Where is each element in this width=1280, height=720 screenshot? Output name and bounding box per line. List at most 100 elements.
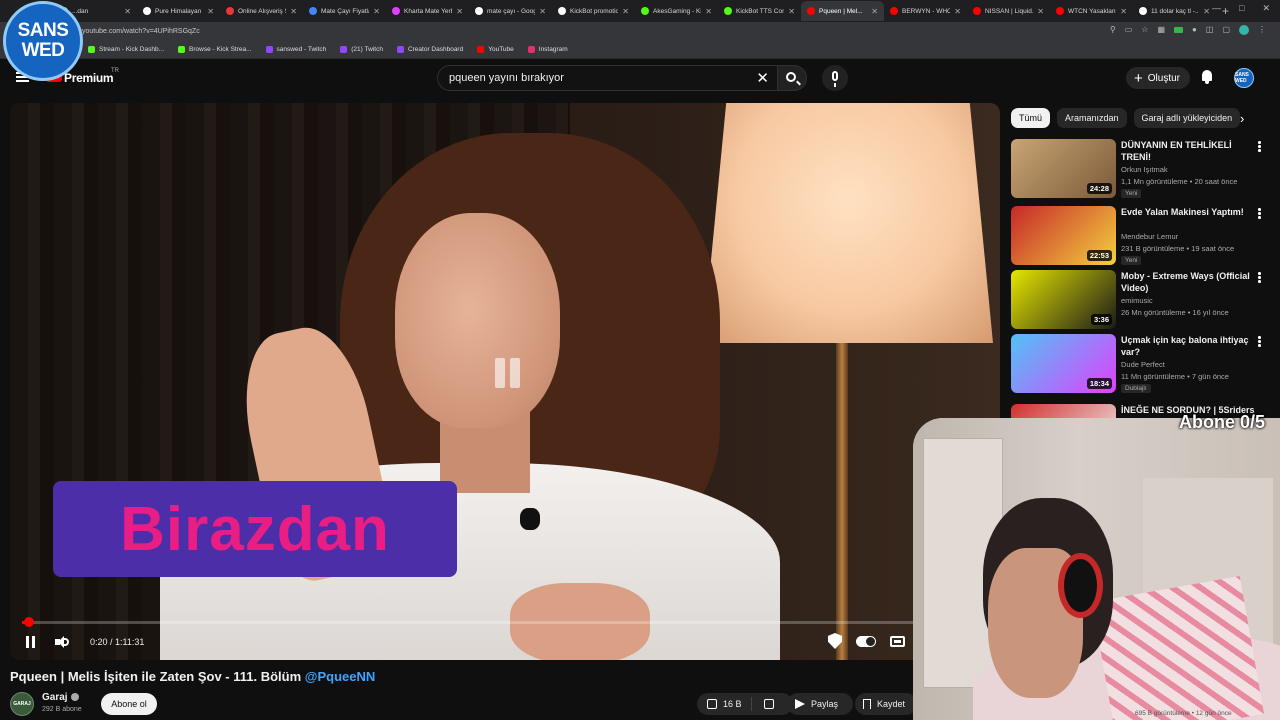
browser-tab[interactable]: NISSAN | Liquid... ✕	[967, 1, 1050, 21]
bookmark-item[interactable]: Instagram	[527, 45, 568, 53]
share-button[interactable]: Paylaş	[787, 693, 853, 715]
tab-close-icon[interactable]: ✕	[954, 7, 961, 16]
recommendation-thumbnail[interactable]: 18:34	[1011, 334, 1116, 393]
browser-tab[interactable]: KickBot promotio...✕	[552, 1, 635, 21]
recommendation-thumbnail[interactable]: 3:36	[1011, 270, 1116, 329]
recommendation-title[interactable]: Moby - Extreme Ways (Official Video)	[1121, 270, 1256, 294]
recommendation-title[interactable]: DÜNYANIN EN TEHLİKELİ TRENİ!	[1121, 139, 1256, 163]
extension-mic-icon[interactable]: ●	[1192, 25, 1197, 35]
shield-icon[interactable]	[828, 633, 842, 649]
recommendation-thumbnail[interactable]: 24:28	[1011, 139, 1116, 198]
channel-name[interactable]: Garaj	[42, 692, 79, 703]
recommendation-item[interactable]: 18:34 Uçmak için kaç balona ihtiyaç var? D…	[1011, 334, 1273, 394]
thumbs-down-icon[interactable]	[764, 699, 774, 709]
filter-chip[interactable]: Aramanızdan	[1057, 108, 1127, 128]
video-player[interactable]: Birazdan 0:20 / 1:11:31	[10, 103, 1000, 660]
account-avatar[interactable]: SANS WED	[1234, 68, 1254, 88]
address-bar[interactable]: youtube.com/watch?v=4UPihRSGqZc ⚲ ▭ ☆ ▦ …	[0, 22, 1280, 40]
browser-tab[interactable]: WTCN Yasaklanm... ✕	[1050, 1, 1133, 21]
tab-close-icon[interactable]: ✕	[456, 7, 463, 16]
create-button[interactable]: + Oluştur	[1126, 67, 1190, 89]
browser-tab[interactable]: AkesGaming - Ki...✕	[635, 1, 718, 21]
theater-mode-icon[interactable]	[890, 635, 905, 647]
subscribe-button[interactable]: Abone ol	[101, 693, 157, 715]
browser-tab[interactable]: BERWYN - WHO...✕	[884, 1, 967, 21]
zoom-icon[interactable]: ⚲	[1110, 25, 1116, 35]
profile-icon[interactable]	[1239, 25, 1249, 35]
extension-green-icon[interactable]	[1174, 27, 1184, 33]
sidebar-icon[interactable]: ▢	[1222, 25, 1230, 35]
recommendation-channel[interactable]: Mendebur Lemur	[1121, 232, 1178, 241]
cast-icon[interactable]: ▭	[1125, 25, 1133, 35]
channel-name-text[interactable]: Garaj	[42, 692, 68, 703]
autoplay-toggle[interactable]	[856, 635, 876, 647]
tab-close-icon[interactable]: ✕	[1037, 7, 1044, 16]
tab-close-icon[interactable]: ✕	[1203, 7, 1210, 16]
filter-chip[interactable]: Tümü	[1011, 108, 1051, 128]
recommendation-channel[interactable]: emimusic	[1121, 296, 1153, 305]
progress-scrubber[interactable]	[24, 617, 34, 627]
volume-icon[interactable]	[55, 636, 69, 648]
channel-handle-link[interactable]: @PqueeNN	[305, 669, 375, 684]
recommendation-thumbnail[interactable]: 22:53	[1011, 206, 1116, 265]
bookmark-item[interactable]: Stream - Kick Dashb...	[88, 45, 164, 53]
maximize-icon[interactable]: □	[1239, 3, 1244, 14]
search-input[interactable]: pqueen yayını bırakıyor ✕	[437, 65, 777, 91]
recommendation-item[interactable]: 24:28 DÜNYANIN EN TEHLİKELİ TRENİ! Orkun I…	[1011, 139, 1273, 199]
like-button[interactable]: 16 B	[697, 697, 752, 711]
pause-button[interactable]	[25, 636, 37, 648]
tab-close-icon[interactable]: ✕	[207, 7, 214, 16]
tab-close-icon[interactable]: ✕	[539, 7, 546, 16]
bookmark-item[interactable]: YouTube	[477, 45, 514, 53]
center-pause-icon[interactable]	[482, 348, 532, 403]
tab-close-icon[interactable]: ✕	[124, 7, 131, 16]
browser-tab[interactable]: Online Alışveriş S... ✕	[220, 1, 303, 21]
more-options-icon[interactable]	[1258, 208, 1261, 219]
notifications-bell-icon[interactable]	[1200, 70, 1214, 84]
chevron-right-icon[interactable]: ›	[1240, 111, 1244, 126]
tab-close-icon[interactable]: ✕	[705, 7, 712, 16]
extensions-puzzle-icon[interactable]: ◫	[1206, 25, 1214, 35]
extension-icon[interactable]: ▦	[1157, 25, 1165, 35]
save-button[interactable]: Kaydet	[855, 693, 917, 715]
recommendation-channel[interactable]: Orkun Işıtmak	[1121, 165, 1168, 174]
browser-tab[interactable]: KickBot TTS Com... ✕	[718, 1, 801, 21]
more-options-icon[interactable]	[1258, 336, 1261, 347]
browser-tab[interactable]: mate çayı - Goog...✕	[469, 1, 552, 21]
browser-tab[interactable]: 11 dolar kaç tl -... ✕	[1133, 1, 1216, 21]
recommendation-title[interactable]: Uçmak için kaç balona ihtiyaç var?	[1121, 334, 1256, 358]
tab-close-icon[interactable]: ✕	[622, 7, 629, 16]
recommendation-item[interactable]: 3:36 Moby - Extreme Ways (Official Video)…	[1011, 270, 1273, 330]
tab-close-icon[interactable]: ✕	[290, 7, 297, 16]
browser-tab[interactable]: Pqueen | Mel... ✕	[801, 1, 884, 21]
progress-bar[interactable]	[22, 617, 988, 627]
more-options-icon[interactable]	[1258, 141, 1261, 152]
tab-close-icon[interactable]: ✕	[871, 7, 878, 16]
close-window-icon[interactable]: ✕	[1262, 3, 1270, 14]
browser-tab[interactable]: Pure Himalayan S... ✕	[137, 1, 220, 21]
brand-label[interactable]: Premium	[64, 71, 114, 85]
tab-close-icon[interactable]: ✕	[788, 7, 795, 16]
channel-avatar[interactable]: GARAJ	[10, 692, 34, 716]
tab-close-icon[interactable]: ✕	[1120, 7, 1127, 16]
menu-dots-icon[interactable]: ⋮	[1258, 25, 1266, 35]
search-query[interactable]: pqueen yayını bırakıyor	[449, 72, 564, 84]
search-button[interactable]	[777, 65, 807, 91]
url-text[interactable]: youtube.com/watch?v=4UPihRSGqZc	[82, 28, 200, 35]
bookmark-item[interactable]: Browse - Kick Strea...	[178, 45, 252, 53]
bookmark-item[interactable]: Creator Dashboard	[396, 45, 463, 53]
recommendation-title[interactable]: Evde Yalan Makinesi Yaptım!	[1121, 206, 1256, 218]
recommendation-item[interactable]: 22:53 Evde Yalan Makinesi Yaptım! Mendebur…	[1011, 206, 1273, 266]
minimize-icon[interactable]: —	[1212, 3, 1221, 14]
more-options-icon[interactable]	[1258, 272, 1261, 283]
tab-close-icon[interactable]: ✕	[373, 7, 380, 16]
bookmark-item[interactable]: (21) Twitch	[340, 45, 383, 53]
browser-tab[interactable]: Kharta Mate Yerb... ✕	[386, 1, 469, 21]
clear-search-icon[interactable]: ✕	[756, 69, 769, 87]
star-icon[interactable]: ☆	[1141, 25, 1148, 35]
browser-tab[interactable]: Mate Çayı Fiyatla... ✕	[303, 1, 386, 21]
filter-chip[interactable]: Garaj adlı yükleyiciden	[1133, 108, 1241, 128]
voice-search-button[interactable]	[822, 65, 848, 91]
recommendation-channel[interactable]: Dude Perfect	[1121, 360, 1165, 369]
bookmark-item[interactable]: sanswed - Twitch	[265, 45, 326, 53]
